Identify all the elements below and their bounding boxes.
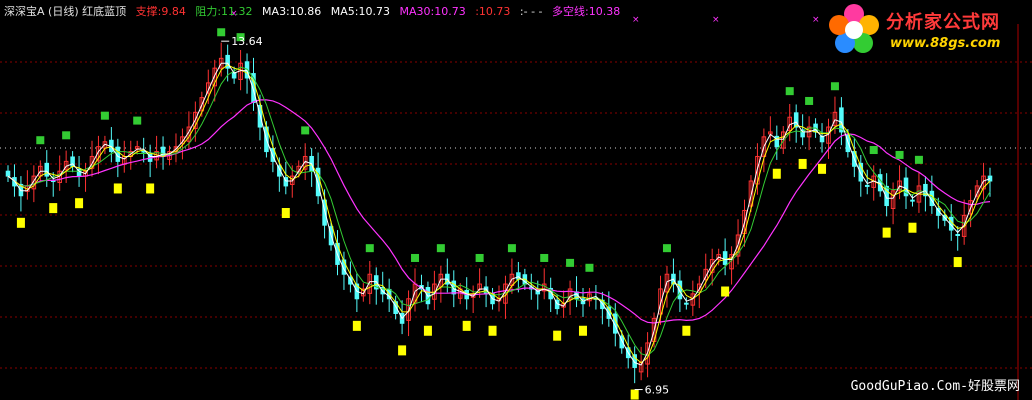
candle-down [722,251,728,265]
top-marker [507,244,516,253]
bottom-marker [772,168,781,179]
top-marker [411,253,420,262]
footer-watermark: GoodGuPiao.Com-好股票网 [850,379,1020,394]
top-marker [830,82,839,91]
top-marker [895,150,904,159]
candle-down [44,162,50,177]
bottom-marker [281,208,290,218]
top-marker [36,136,45,145]
high-price-label: 13.64 [231,35,263,48]
candle-down [160,146,166,157]
candle-down [147,152,153,162]
bottom-marker [488,325,497,336]
svg-text:×: × [632,15,640,25]
ma30-value: MA30:10.73 [399,5,466,18]
top-marker [133,116,142,125]
candle-down [955,233,960,236]
logo-url: www.88gs.com [890,36,1001,51]
candle-down [5,170,11,177]
top-marker [585,263,594,272]
top-marker [566,258,575,267]
svg-text:×: × [812,15,820,25]
top-marker [62,131,71,140]
bottom-marker [630,389,639,400]
flower-icon [829,4,879,53]
bottom-marker [49,203,58,214]
top-marker [436,244,445,253]
top-marker [540,253,549,262]
bottom-marker [423,325,432,336]
bottom-marker [953,257,962,268]
grid-lines [0,24,1032,400]
site-logo: 分析家公式网 www.88gs.com [824,2,1024,60]
bottom-marker [352,320,361,331]
support-indicator: 支撑:9.84 [135,5,186,18]
bottom-marker [75,198,84,209]
ma3-value: MA3:10.86 [262,5,322,18]
top-marker [365,244,374,253]
indicator-header: 深深宝A (日线) 红底蓝顶 支撑:9.84 阻力:11.32 MA3:10.8… [4,3,626,19]
bottom-marker [462,320,471,331]
top-marker [805,96,814,105]
top-marker [914,155,923,164]
top-marker [100,111,109,120]
bottom-marker [146,183,155,194]
stock-title: 深深宝A (日线) 红底蓝顶 [4,5,127,18]
top-marker [217,28,226,37]
bottom-marker [798,158,807,169]
bottom-marker [818,163,827,174]
bottom-marker [578,325,587,336]
candle-down [910,199,915,202]
bottom-marker [908,222,917,233]
logo-title: 分析家公式网 [886,12,1000,33]
top-marker [301,126,310,135]
top-marker [869,146,878,155]
top-marker [475,253,484,262]
top-marker [785,87,794,96]
bottom-marker [721,286,730,297]
candle-down [684,302,689,305]
resist-indicator: 阻力:11.32 [195,5,253,18]
candle-down [864,184,870,187]
bottom-marker [16,217,25,228]
dash-value: :- - - [519,5,543,18]
candles [5,42,993,384]
signal-markers [16,28,962,400]
duokong-value: 多空线:10.38 [552,5,621,18]
ma5-value: MA5:10.73 [330,5,390,18]
low-price-label: 6.95 [645,384,670,397]
bottom-marker [553,330,562,341]
extra-value: :10.73 [475,5,511,18]
bottom-marker [682,325,691,336]
bottom-marker [113,183,122,194]
svg-text:×: × [712,15,720,25]
bottom-marker [398,345,407,356]
bottom-marker [882,227,891,238]
candlestick-chart[interactable]: 13.64 6.95 ×× × × [0,0,1032,400]
top-marker [662,244,671,253]
